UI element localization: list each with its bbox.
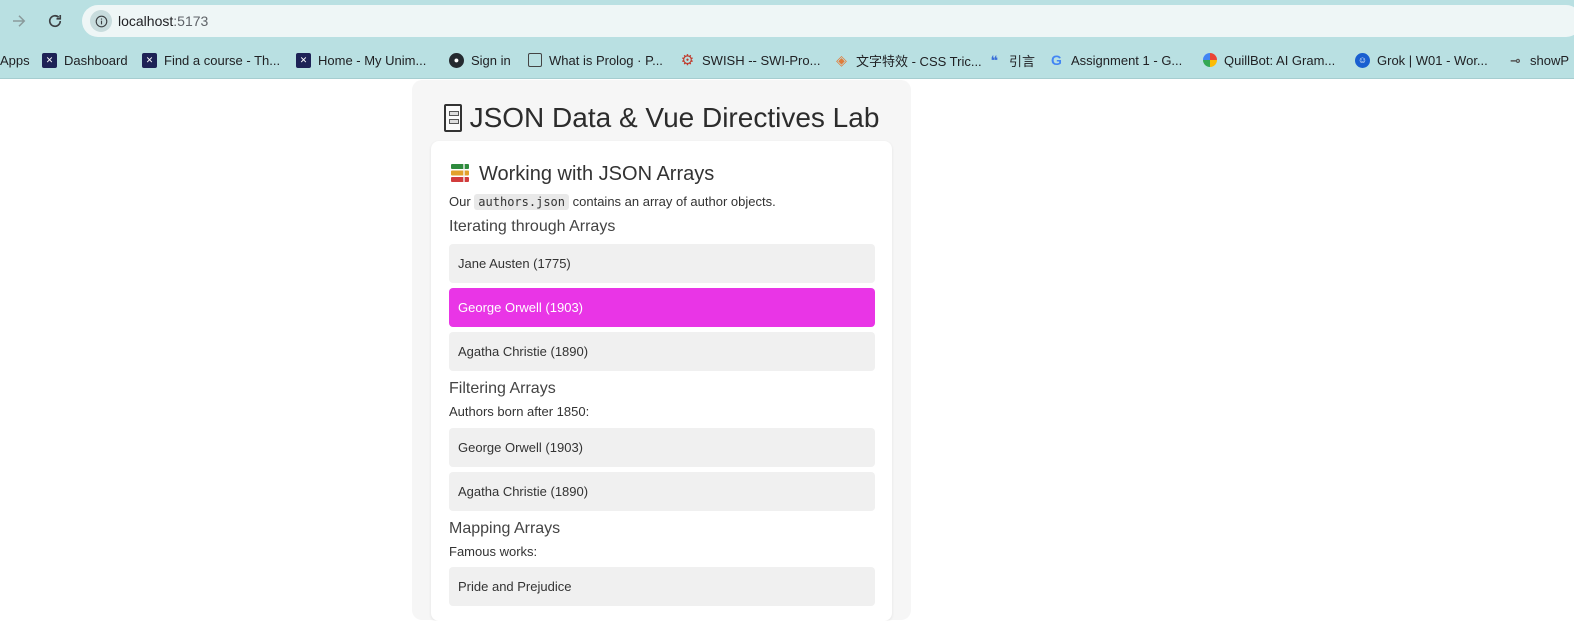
filtered-item-george-orwell[interactable]: George Orwell (1903): [449, 428, 875, 467]
author-item-george-orwell-highlighted[interactable]: George Orwell (1903): [449, 288, 875, 327]
mapping-note: Famous works:: [449, 544, 538, 559]
google-icon: G: [1051, 51, 1062, 68]
bookmarks-bar: Apps ✕ Dashboard ✕ Find a course - Th...…: [0, 42, 1574, 79]
page-title-text: JSON Data & Vue Directives Lab: [469, 102, 880, 133]
bookmark-label: Dashboard: [64, 52, 128, 68]
site-info-icon[interactable]: [90, 10, 112, 32]
arrow-right-icon: [13, 15, 26, 27]
url-text: localhost:5173: [118, 13, 208, 29]
bookmark-dashboard[interactable]: ✕ Dashboard: [42, 51, 128, 69]
browser-toolbar: localhost:5173: [0, 0, 1574, 42]
reload-icon: [48, 14, 62, 28]
bookmark-showp[interactable]: ⊸ showP: [1508, 51, 1569, 69]
intro-code: authors.json: [474, 194, 569, 210]
university-logo-icon: ✕: [142, 52, 157, 68]
page-title: JSON Data & Vue Directives Lab: [412, 102, 911, 134]
filtered-item-agatha-christie[interactable]: Agatha Christie (1890): [449, 472, 875, 511]
bookmark-yinyan[interactable]: ❝ 引言: [987, 51, 1035, 69]
intro-text: Our authors.json contains an array of au…: [449, 194, 776, 210]
quote-icon: ❝: [990, 52, 999, 68]
filtering-heading: Filtering Arrays: [449, 380, 556, 397]
intro-suffix: contains an array of author objects.: [572, 194, 776, 209]
bookmark-prolog[interactable]: What is Prolog · P...: [528, 51, 663, 69]
mapping-heading: Mapping Arrays: [449, 520, 561, 537]
bookmark-label: 引言: [1009, 53, 1036, 69]
mapped-item-pride-and-prejudice[interactable]: Pride and Prejudice: [449, 567, 875, 606]
university-logo-icon: ✕: [296, 52, 311, 68]
bookmark-label: 文字特效 - CSS Tric...: [856, 53, 982, 69]
bookmark-label: Grok | W01 - Wor...: [1377, 52, 1488, 68]
intro-prefix: Our: [449, 194, 471, 209]
app-container: JSON Data & Vue Directives Lab Working w…: [412, 80, 911, 621]
author-item-agatha-christie[interactable]: Agatha Christie (1890): [449, 332, 875, 371]
grok-icon: ☺: [1355, 52, 1370, 68]
bookmark-quillbot[interactable]: QuillBot: AI Gram...: [1203, 51, 1335, 69]
bookmark-label: Find a course - Th...: [164, 52, 281, 68]
bookmark-home-unimelb[interactable]: ✕ Home - My Unim...: [296, 51, 426, 69]
books-icon: [451, 164, 469, 182]
bookmark-find-course[interactable]: ✕ Find a course - Th...: [142, 51, 280, 69]
author-item-jane-austen[interactable]: Jane Austen (1775): [449, 244, 875, 283]
bookmark-label: showP: [1530, 52, 1570, 68]
forward-button[interactable]: [6, 8, 32, 34]
bookmark-label: Sign in: [471, 52, 511, 68]
file-cabinet-icon: [443, 104, 462, 132]
section-title-text: Working with JSON Arrays: [479, 163, 715, 185]
bookmark-apps[interactable]: Apps: [0, 51, 30, 69]
bookmark-label: QuillBot: AI Gram...: [1224, 52, 1336, 68]
quillbot-icon: [1203, 53, 1217, 67]
bookmark-label: Home - My Unim...: [318, 52, 427, 68]
university-logo-icon: ✕: [42, 52, 57, 68]
bookmark-label: SWISH -- SWI-Pro...: [702, 52, 821, 68]
github-icon: ●: [449, 52, 464, 68]
bookmark-label: What is Prolog · P...: [549, 52, 663, 68]
json-arrays-card: Working with JSON Arrays Our authors.jso…: [431, 141, 892, 621]
bookmark-swish[interactable]: ⚙ SWISH -- SWI-Pro...: [680, 51, 821, 69]
book-icon: [528, 53, 542, 67]
bookmark-grok[interactable]: ☺ Grok | W01 - Wor...: [1355, 51, 1488, 69]
url-port: :5173: [173, 13, 209, 29]
bookmark-assignment-1[interactable]: G Assignment 1 - G...: [1049, 51, 1182, 69]
address-bar[interactable]: localhost:5173: [82, 5, 1574, 37]
bookmark-label: Assignment 1 - G...: [1071, 52, 1183, 68]
iterating-heading: Iterating through Arrays: [449, 218, 616, 235]
url-host: localhost: [118, 13, 174, 29]
reload-button[interactable]: [42, 8, 68, 34]
bookmark-label: Apps: [0, 52, 30, 68]
bookmark-github-sign-in[interactable]: ● Sign in: [449, 51, 511, 69]
key-icon: ⊸: [1510, 52, 1521, 68]
section-title: Working with JSON Arrays: [449, 162, 714, 186]
diamond-icon: ◈: [836, 51, 847, 68]
gear-icon: ⚙: [680, 51, 695, 69]
bookmark-css-tricks[interactable]: ◈ 文字特效 - CSS Tric...: [834, 51, 982, 69]
filtering-note: Authors born after 1850:: [449, 404, 590, 419]
